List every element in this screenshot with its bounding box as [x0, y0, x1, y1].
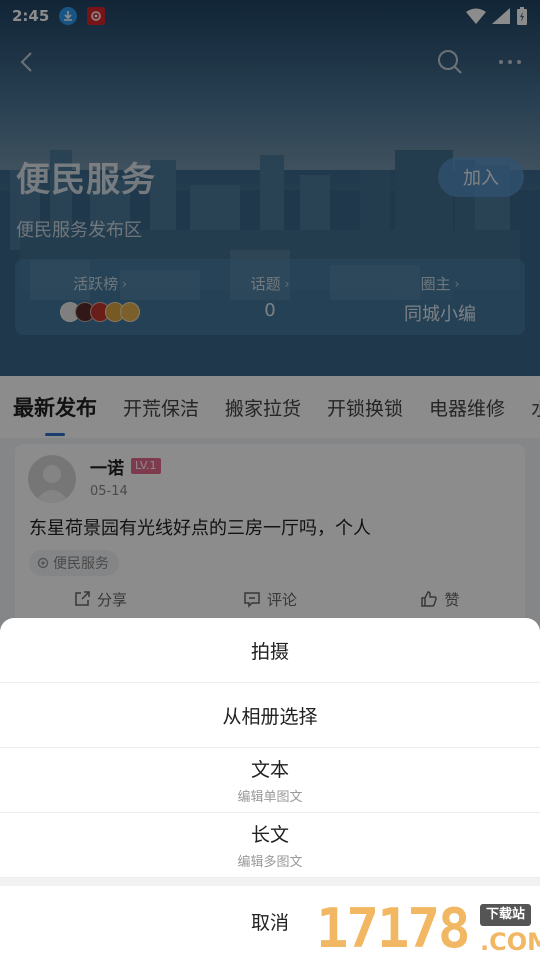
- watermark-badge: 下载站: [480, 904, 532, 926]
- sheet-divider: [0, 878, 540, 886]
- action-text-post[interactable]: 文本 编辑单图文: [0, 748, 540, 813]
- watermark-suffix: .COM: [480, 928, 540, 956]
- action-long-article[interactable]: 长文 编辑多图文: [0, 813, 540, 878]
- watermark-digits: 17178: [316, 897, 471, 960]
- action-sublabel: 编辑单图文: [237, 790, 303, 805]
- action-label: 长文: [250, 824, 289, 846]
- action-label: 文本: [250, 759, 289, 781]
- action-sublabel: 编辑多图文: [237, 855, 303, 870]
- action-shoot[interactable]: 拍摄: [0, 618, 540, 683]
- action-label: 拍摄: [250, 640, 289, 663]
- action-choose-from-album[interactable]: 从相册选择: [0, 683, 540, 748]
- action-label: 从相册选择: [222, 705, 318, 728]
- site-watermark-logo: 17178 下载站 .COM: [316, 898, 540, 960]
